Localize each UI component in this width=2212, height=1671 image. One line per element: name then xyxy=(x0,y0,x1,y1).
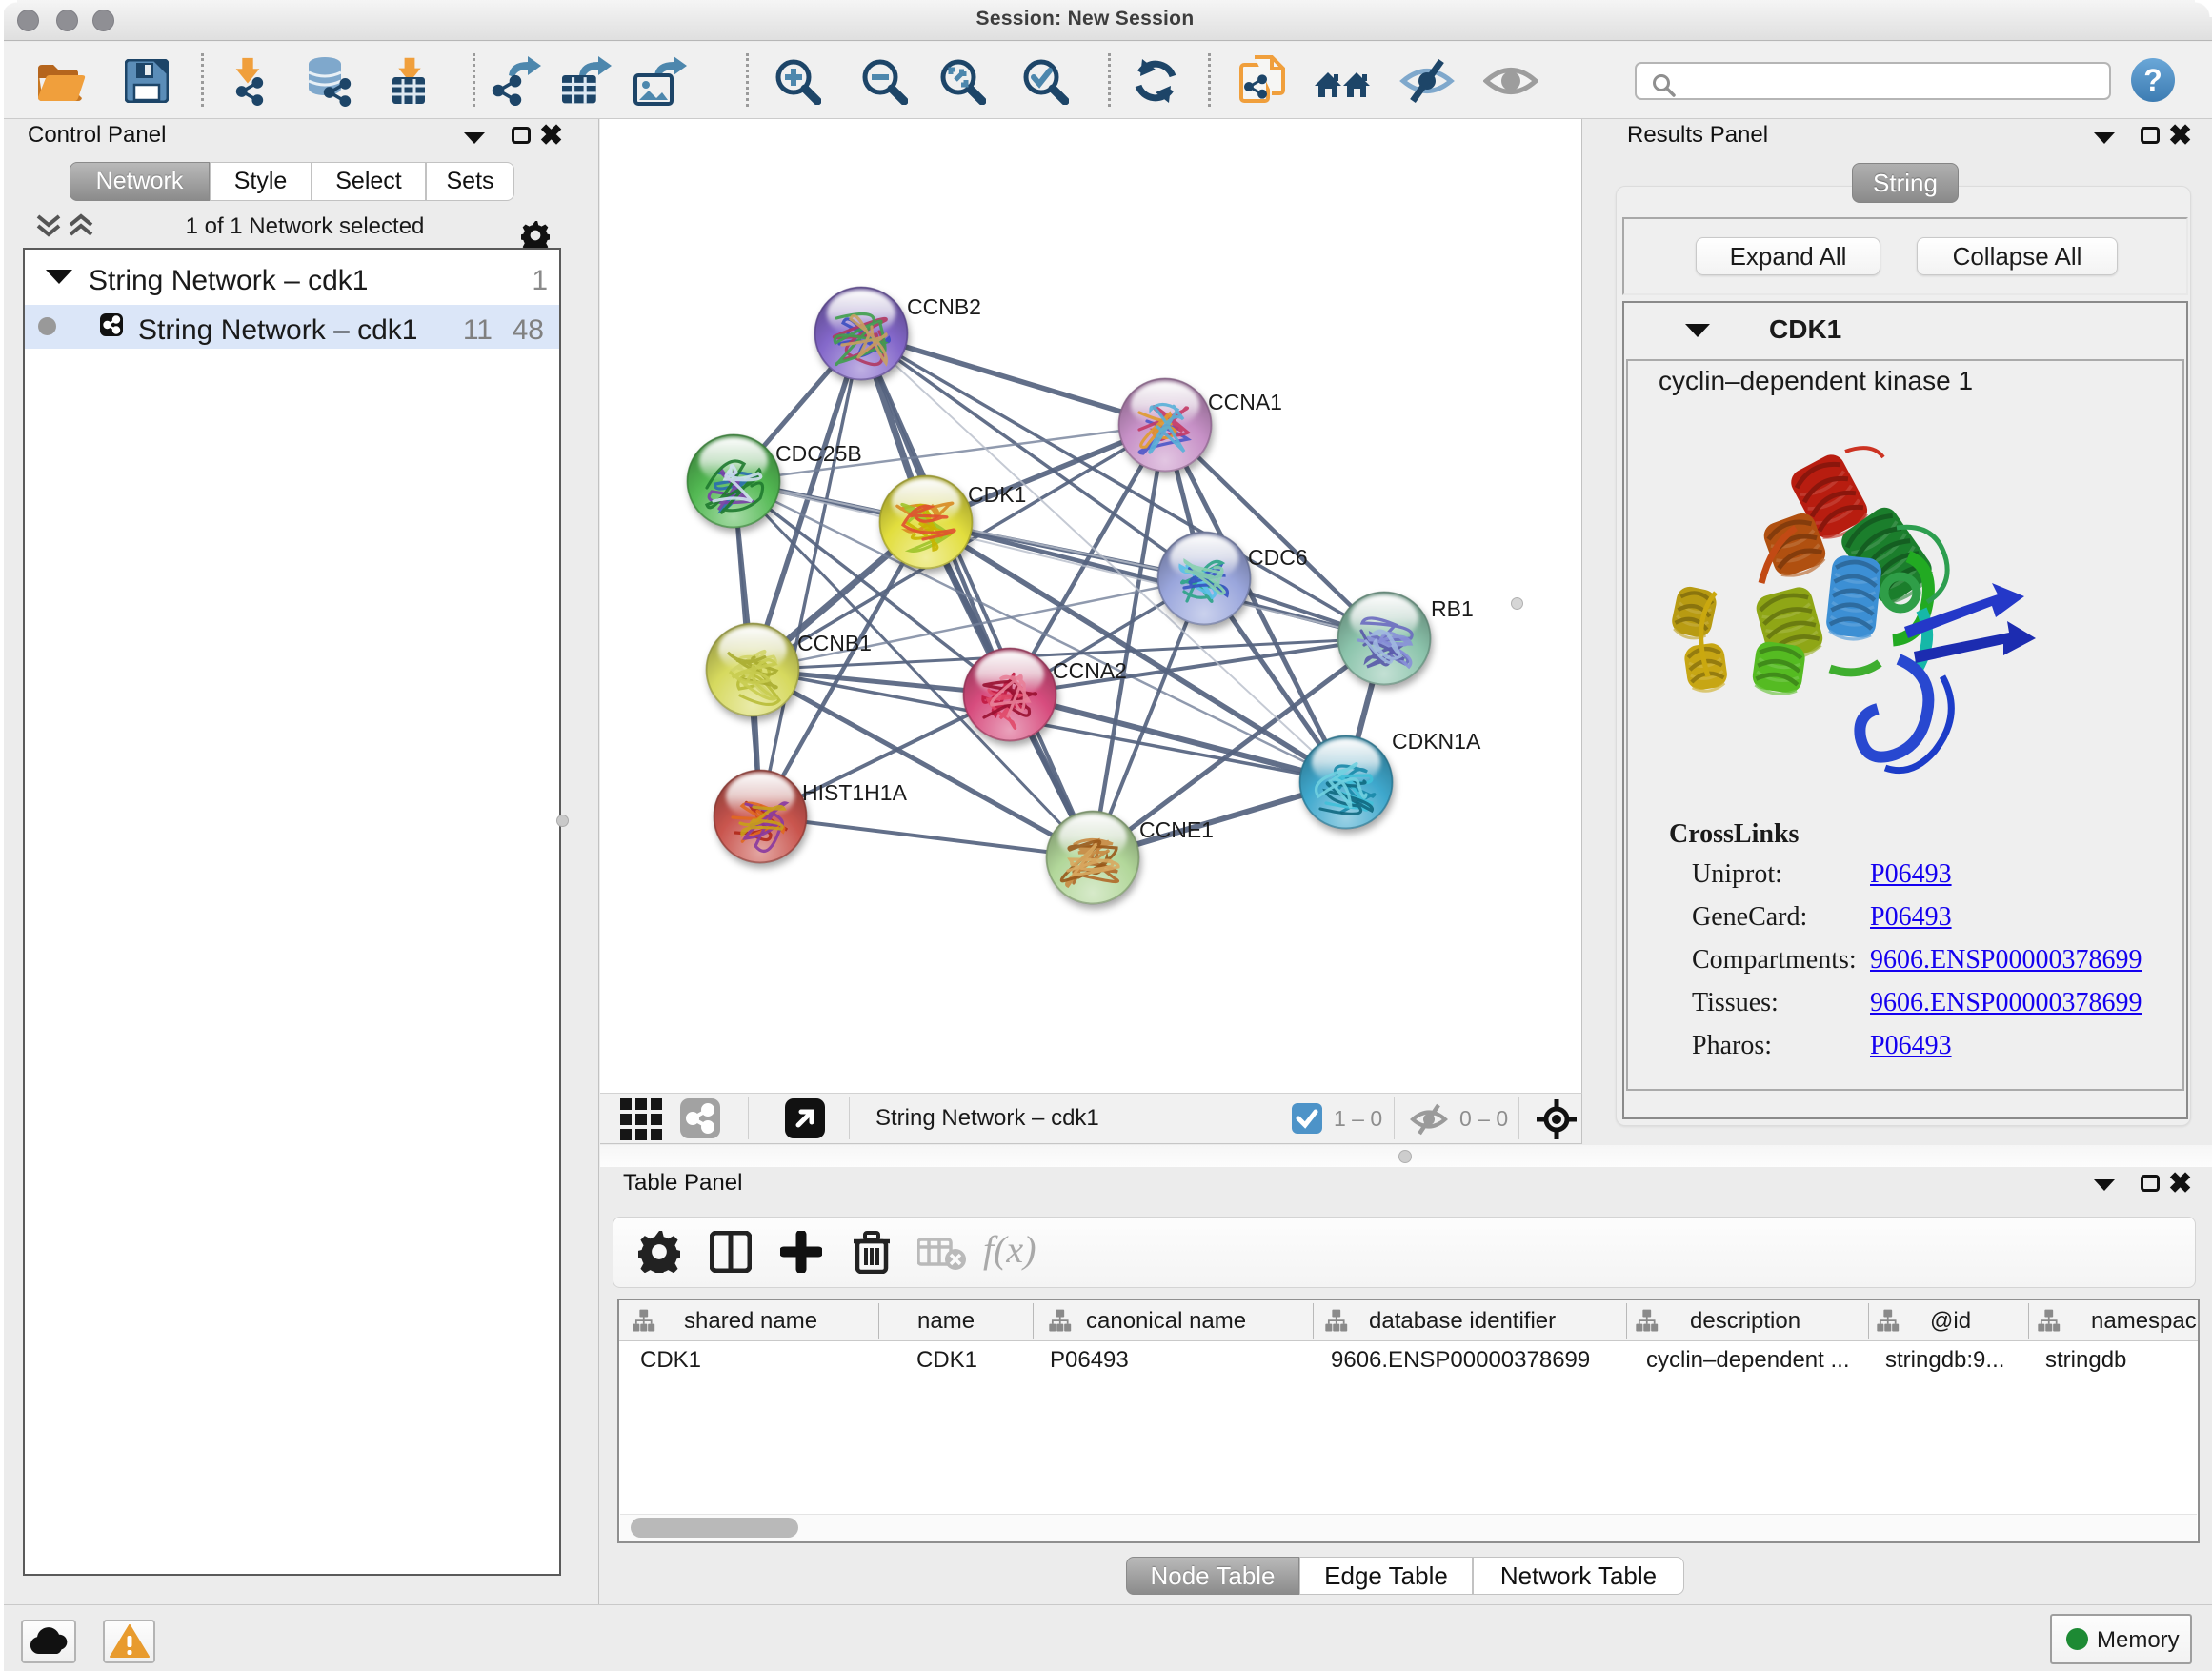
svg-text:CCNE1: CCNE1 xyxy=(1139,817,1214,842)
svg-text:CDKN1A: CDKN1A xyxy=(1392,729,1481,754)
svg-text:RB1: RB1 xyxy=(1431,596,1474,621)
svg-text:CCNA2: CCNA2 xyxy=(1053,658,1127,683)
svg-text:CCNB2: CCNB2 xyxy=(907,294,981,319)
svg-text:CCNB1: CCNB1 xyxy=(797,631,872,655)
svg-text:CDC6: CDC6 xyxy=(1248,545,1308,570)
svg-text:CCNA1: CCNA1 xyxy=(1208,390,1282,414)
svg-text:CDK1: CDK1 xyxy=(968,482,1026,507)
svg-text:CDC25B: CDC25B xyxy=(775,441,862,466)
svg-text:HIST1H1A: HIST1H1A xyxy=(802,780,908,805)
